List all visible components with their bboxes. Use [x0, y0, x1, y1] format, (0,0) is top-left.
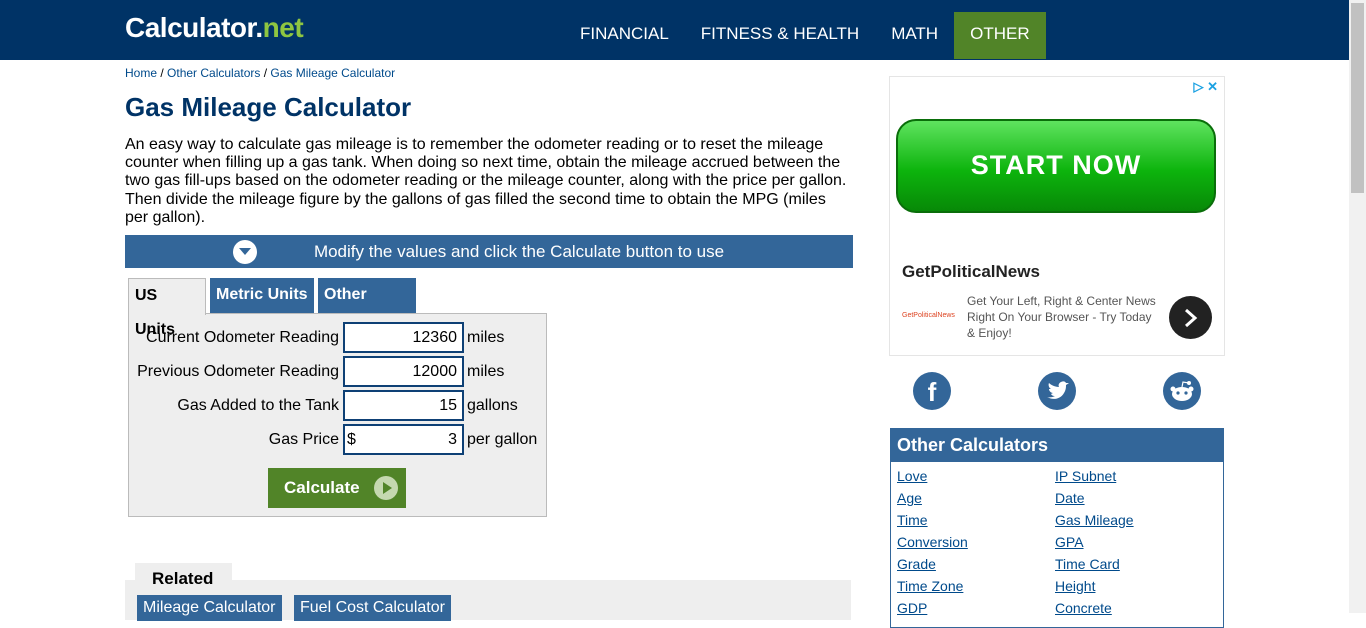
- other-calc-link[interactable]: Height: [1055, 578, 1095, 594]
- breadcrumb: Home / Other Calculators / Gas Mileage C…: [125, 66, 395, 80]
- gas-price-input[interactable]: [343, 424, 464, 455]
- top-header: Calculator.net FINANCIAL FITNESS & HEALT…: [0, 0, 1366, 60]
- tab-us-units[interactable]: US Units: [128, 278, 206, 338]
- svg-text:f: f: [928, 377, 937, 407]
- breadcrumb-current[interactable]: Gas Mileage Calculator: [270, 66, 395, 80]
- other-calc-link[interactable]: Time Card: [1055, 556, 1120, 572]
- tab-other-units[interactable]: Other Units: [318, 278, 416, 337]
- other-calc-link[interactable]: Age: [897, 490, 922, 506]
- page-title: Gas Mileage Calculator: [125, 92, 412, 122]
- previous-odometer-input[interactable]: [343, 356, 464, 387]
- main-nav: FINANCIAL FITNESS & HEALTH MATH OTHER: [564, 12, 1046, 59]
- calculator-form: Current Odometer Reading miles Previous …: [128, 313, 547, 517]
- nav-fitness-health[interactable]: FITNESS & HEALTH: [685, 12, 875, 59]
- other-calc-link[interactable]: Time Zone: [897, 578, 963, 594]
- facebook-icon[interactable]: f: [913, 372, 951, 410]
- nav-financial[interactable]: FINANCIAL: [564, 12, 685, 59]
- dollar-prefix: $: [347, 431, 356, 448]
- site-logo[interactable]: Calculator.net: [125, 12, 304, 44]
- page-scrollbar[interactable]: [1349, 0, 1366, 613]
- nav-math[interactable]: MATH: [875, 12, 954, 59]
- ad-logo: GetPoliticalNews: [902, 312, 955, 319]
- other-calc-link[interactable]: GPA: [1055, 534, 1084, 550]
- ad-body-text[interactable]: Get Your Left, Right & Center News Right…: [967, 293, 1162, 341]
- other-calc-link[interactable]: Time: [897, 512, 928, 528]
- gas-price-label: Gas Price: [268, 431, 339, 448]
- breadcrumb-separator: /: [157, 66, 168, 80]
- logo-text: Calculator.: [125, 12, 263, 43]
- gas-added-input[interactable]: [343, 390, 464, 421]
- scrollbar-thumb[interactable]: [1351, 3, 1364, 193]
- tab-metric-units[interactable]: Metric Units: [210, 278, 314, 314]
- ad-choices-icon[interactable]: ▷ ✕: [1193, 79, 1218, 95]
- ad-brand-name[interactable]: GetPoliticalNews: [902, 262, 1040, 282]
- other-calc-link[interactable]: Love: [897, 468, 927, 484]
- gas-price-unit: per gallon: [467, 431, 538, 448]
- gas-added-label: Gas Added to the Tank: [177, 397, 339, 414]
- other-calc-link[interactable]: Concrete: [1055, 600, 1112, 616]
- calculate-button[interactable]: Calculate: [268, 468, 406, 508]
- calculate-button-label: Calculate: [284, 478, 360, 497]
- ad-start-now-button[interactable]: START NOW: [896, 119, 1216, 213]
- related-link-mileage-calculator[interactable]: Mileage Calculator: [137, 595, 282, 621]
- nav-other[interactable]: OTHER: [954, 12, 1046, 59]
- other-calc-link[interactable]: Grade: [897, 556, 936, 572]
- form-row-current-odometer: Current Odometer Reading miles: [129, 322, 548, 353]
- other-calc-link[interactable]: IP Subnet: [1055, 468, 1116, 484]
- twitter-icon[interactable]: [1038, 372, 1076, 410]
- breadcrumb-home[interactable]: Home: [125, 66, 157, 80]
- other-calc-link[interactable]: Conversion: [897, 534, 968, 550]
- previous-odometer-unit: miles: [467, 363, 505, 380]
- other-calc-link[interactable]: Date: [1055, 490, 1085, 506]
- modify-values-text: Modify the values and click the Calculat…: [313, 242, 725, 261]
- breadcrumb-separator: /: [260, 66, 271, 80]
- other-calculators-heading: Other Calculators: [891, 429, 1223, 462]
- other-calc-link[interactable]: Gas Mileage: [1055, 512, 1134, 528]
- related-heading: Related: [135, 563, 232, 593]
- play-arrow-icon: [374, 476, 398, 500]
- intro-paragraph: An easy way to calculate gas mileage is …: [125, 136, 847, 226]
- form-row-gas-added: Gas Added to the Tank gallons: [129, 390, 548, 421]
- advertisement[interactable]: ▷ ✕ START NOW GetPoliticalNews GetPoliti…: [889, 76, 1225, 356]
- logo-net-text: net: [262, 12, 304, 43]
- current-odometer-unit: miles: [467, 329, 505, 346]
- current-odometer-input[interactable]: [343, 322, 464, 353]
- other-calculators-panel: Other Calculators Love Age Time Conversi…: [890, 428, 1224, 628]
- breadcrumb-other-calculators[interactable]: Other Calculators: [167, 66, 260, 80]
- form-row-gas-price: Gas Price $ per gallon: [129, 424, 548, 455]
- other-calc-link[interactable]: GDP: [897, 600, 927, 616]
- gas-added-unit: gallons: [467, 397, 518, 414]
- related-link-fuel-cost-calculator[interactable]: Fuel Cost Calculator: [294, 595, 451, 621]
- modify-values-bar[interactable]: Modify the values and click the Calculat…: [125, 235, 853, 268]
- form-row-previous-odometer: Previous Odometer Reading miles: [129, 356, 548, 387]
- chevron-right-icon[interactable]: [1169, 296, 1212, 339]
- reddit-icon[interactable]: [1163, 372, 1201, 410]
- previous-odometer-label: Previous Odometer Reading: [137, 363, 339, 380]
